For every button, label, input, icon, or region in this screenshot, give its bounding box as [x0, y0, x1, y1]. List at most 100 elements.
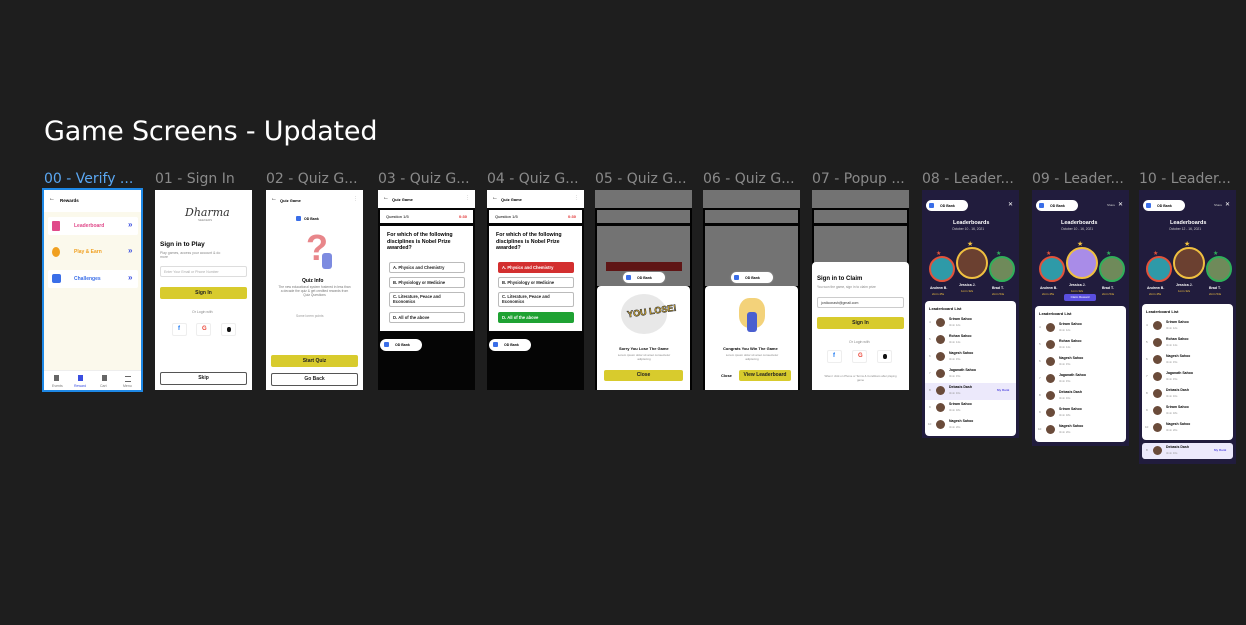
leaderboard-row[interactable]: 5 Rohan Sahoo 3min 14s: [1035, 337, 1126, 354]
google-login-button[interactable]: G: [852, 350, 867, 363]
nav-menu[interactable]: Menu: [123, 384, 132, 388]
leaderboard-row[interactable]: 10 Nagesh Sahoo 3min 20s: [1142, 420, 1233, 437]
more-icon[interactable]: ⋮: [353, 196, 358, 202]
podium-score: 1min 32s: [1178, 289, 1191, 293]
frame-quiz-info[interactable]: ← Quiz Game ⋮ OD Bank ? Quiz Info The ne…: [266, 190, 363, 390]
leaderboard-row[interactable]: 4 Sriram Sahoo 3min 12s: [1142, 318, 1233, 335]
facebook-login-button[interactable]: f: [172, 323, 187, 336]
back-arrow-icon[interactable]: ←: [383, 195, 389, 201]
share-button[interactable]: Share: [1214, 203, 1222, 207]
more-icon[interactable]: ⋮: [465, 195, 470, 201]
signin-button[interactable]: Sign In: [817, 317, 904, 329]
frame-label-00[interactable]: 00 - Verify ...: [44, 171, 132, 187]
leaderboard-row[interactable]: 8 Debasis Dash 3min 16s: [1142, 386, 1233, 403]
google-login-button[interactable]: G: [196, 323, 211, 336]
frame-quiz-lose[interactable]: OD Bank YOU LOSE! Sorry You Lose The Gam…: [595, 190, 692, 390]
close-icon[interactable]: ✕: [1118, 201, 1123, 208]
nav-events[interactable]: Events: [52, 384, 63, 388]
leaderboard-row[interactable]: 8 Debasis Dash 3min 16s: [1035, 388, 1126, 405]
star-icon: ★: [1153, 251, 1159, 257]
podium-name: Brad T.: [992, 286, 1004, 290]
leaderboard-row[interactable]: 4 Sriram Sahoo 3min 12s: [925, 315, 1016, 332]
frame-label-08[interactable]: 08 - Leader...: [922, 171, 1018, 187]
go-back-button[interactable]: Go Back: [271, 373, 358, 386]
nav-reward[interactable]: Reward: [74, 384, 86, 388]
answer-option-a-wrong[interactable]: A. Physics and Chemistry: [498, 262, 574, 273]
frame-label-03[interactable]: 03 - Quiz G...: [378, 171, 474, 187]
or-login-text: Or Login with: [192, 310, 213, 314]
answer-option-c[interactable]: C. Literature, Peace and Economics: [389, 292, 465, 307]
leaderboard-row[interactable]: 9 Sriram Sahoo 3min 18s: [925, 400, 1016, 417]
frame-quiz-answered[interactable]: ← Quiz Game ⋮ Question 1/5 0:30 For whic…: [487, 190, 584, 390]
my-rank-time: 3min 16s: [1166, 451, 1178, 455]
back-arrow-icon[interactable]: ←: [271, 196, 277, 202]
podium-score: 2min 45s: [1042, 292, 1055, 296]
win-body: Lorem ipsum dolor sit amet consectetur a…: [725, 353, 779, 361]
answer-option-b[interactable]: B. Physiology or Medicine: [389, 277, 465, 288]
quiz-info-points: Some lorem points: [296, 314, 324, 318]
frame-label-02[interactable]: 02 - Quiz G...: [266, 171, 366, 187]
apple-login-button[interactable]: [877, 350, 892, 363]
frame-leaderboard-1[interactable]: OD Bank ✕ Leaderboards October 10 - 16, …: [922, 190, 1019, 438]
leaderboard-row[interactable]: 6 Nagesh Sahoo 3min 15s: [1142, 352, 1233, 369]
frame-claim-popup[interactable]: Sign in to Claim You won the game, sign …: [812, 190, 909, 390]
frame-leaderboard-2[interactable]: OD Bank Share ✕ Leaderboards October 10 …: [1032, 190, 1129, 446]
frame-label-09[interactable]: 09 - Leader...: [1032, 171, 1128, 187]
close-button[interactable]: Close: [721, 373, 732, 378]
back-arrow-icon[interactable]: ←: [49, 196, 55, 202]
answer-option-c[interactable]: C. Literature, Peace and Economics: [498, 292, 574, 307]
frame-quiz-win[interactable]: OD Bank Congrats You Win The Game Lorem …: [703, 190, 800, 390]
nav-cart[interactable]: Cart: [100, 384, 107, 388]
leaderboard-row[interactable]: 9 Sriram Sahoo 3min 18s: [1035, 405, 1126, 422]
reward-item-challenges[interactable]: Challenges »: [48, 270, 138, 288]
frame-label-06[interactable]: 06 - Quiz G...: [703, 171, 799, 187]
leaderboard-row[interactable]: 4 Sriram Sahoo 3min 12s: [1035, 320, 1126, 337]
leaderboard-row[interactable]: 6 Nagesh Sahoo 3min 15s: [1035, 354, 1126, 371]
frame-quiz-question[interactable]: ← Quiz Game ⋮ Question 1/5 0:30 For whic…: [378, 190, 475, 390]
frame-label-04[interactable]: 04 - Quiz G...: [487, 171, 583, 187]
email-field[interactable]: jordiconash@gmail.com: [817, 297, 904, 308]
share-button[interactable]: Share: [1107, 203, 1115, 207]
email-field[interactable]: Enter Your Email or Phone Number: [160, 266, 247, 277]
skip-button[interactable]: Skip: [160, 372, 247, 385]
leaderboard-row[interactable]: 9 Sriram Sahoo 3min 18s: [1142, 403, 1233, 420]
answer-option-b[interactable]: B. Physiology or Medicine: [498, 277, 574, 288]
leaderboard-row[interactable]: 7 Jaganath Sahoo 3min 15s: [1035, 371, 1126, 388]
frame-signin[interactable]: Dharma SEEKERS Sign in to Play Play game…: [155, 190, 252, 390]
leaderboard-row[interactable]: 5 Rohan Sahoo 3min 14s: [925, 332, 1016, 349]
close-icon[interactable]: ✕: [1225, 201, 1230, 208]
answer-option-a[interactable]: A. Physics and Chemistry: [389, 262, 465, 273]
leaderboard-row[interactable]: 10 Nagesh Sahoo 3min 20s: [925, 417, 1016, 434]
answer-option-d[interactable]: D. All of the above: [389, 312, 465, 323]
back-arrow-icon[interactable]: ←: [492, 195, 498, 201]
close-button[interactable]: Close: [604, 370, 683, 381]
leaderboard-row[interactable]: 6 Nagesh Sahoo 3min 15s: [925, 349, 1016, 366]
more-icon[interactable]: ⋮: [574, 195, 579, 201]
frame-label-01[interactable]: 01 - Sign In: [155, 171, 255, 187]
start-quiz-button[interactable]: Start Quiz: [271, 355, 358, 367]
answer-option-d-correct[interactable]: D. All of the above: [498, 312, 574, 323]
list-title: Leaderboard List: [929, 306, 962, 311]
close-icon[interactable]: ✕: [1008, 201, 1013, 208]
frame-label-05[interactable]: 05 - Quiz G...: [595, 171, 691, 187]
apple-login-button[interactable]: [221, 323, 236, 336]
leaderboard-row[interactable]: 5 Rohan Sahoo 3min 14s: [1142, 335, 1233, 352]
reward-item-leaderboard[interactable]: Leaderboard »: [48, 217, 138, 235]
reward-item-play[interactable]: Play & Earn »: [48, 243, 138, 261]
frame-leaderboard-3[interactable]: OD Bank Share ✕ Leaderboards October 12 …: [1139, 190, 1236, 464]
medal-icon: [52, 247, 60, 257]
leaderboard-row-my-rank[interactable]: 8 Debasis Dash 3min 16s My Rank: [925, 383, 1016, 400]
frame-rewards[interactable]: ← Rewards Leaderboard » Play & Earn » Ch…: [42, 188, 143, 392]
leaderboard-row[interactable]: 10 Nagesh Sahoo 3min 20s: [1035, 422, 1126, 439]
signin-button[interactable]: Sign In: [160, 287, 247, 299]
leaderboard-row[interactable]: 7 Jaganath Sahoo 3min 15s: [1142, 369, 1233, 386]
frame-label-10[interactable]: 10 - Leader...: [1139, 171, 1235, 187]
view-leaderboard-button[interactable]: View Leaderboard: [739, 370, 791, 381]
claim-reward-button[interactable]: Claim Reward: [1064, 294, 1096, 301]
sponsor-badge-pill: OD Bank: [1143, 200, 1185, 211]
my-rank-sticky-row[interactable]: 8 Debasis Dash 3min 16s My Rank: [1142, 443, 1233, 459]
leaderboard-row[interactable]: 7 Jaganath Sahoo 3min 15s: [925, 366, 1016, 383]
leaderboard-title: Leaderboards: [953, 220, 990, 226]
facebook-login-button[interactable]: f: [827, 350, 842, 363]
frame-label-07[interactable]: 07 - Popup ...: [812, 171, 908, 187]
